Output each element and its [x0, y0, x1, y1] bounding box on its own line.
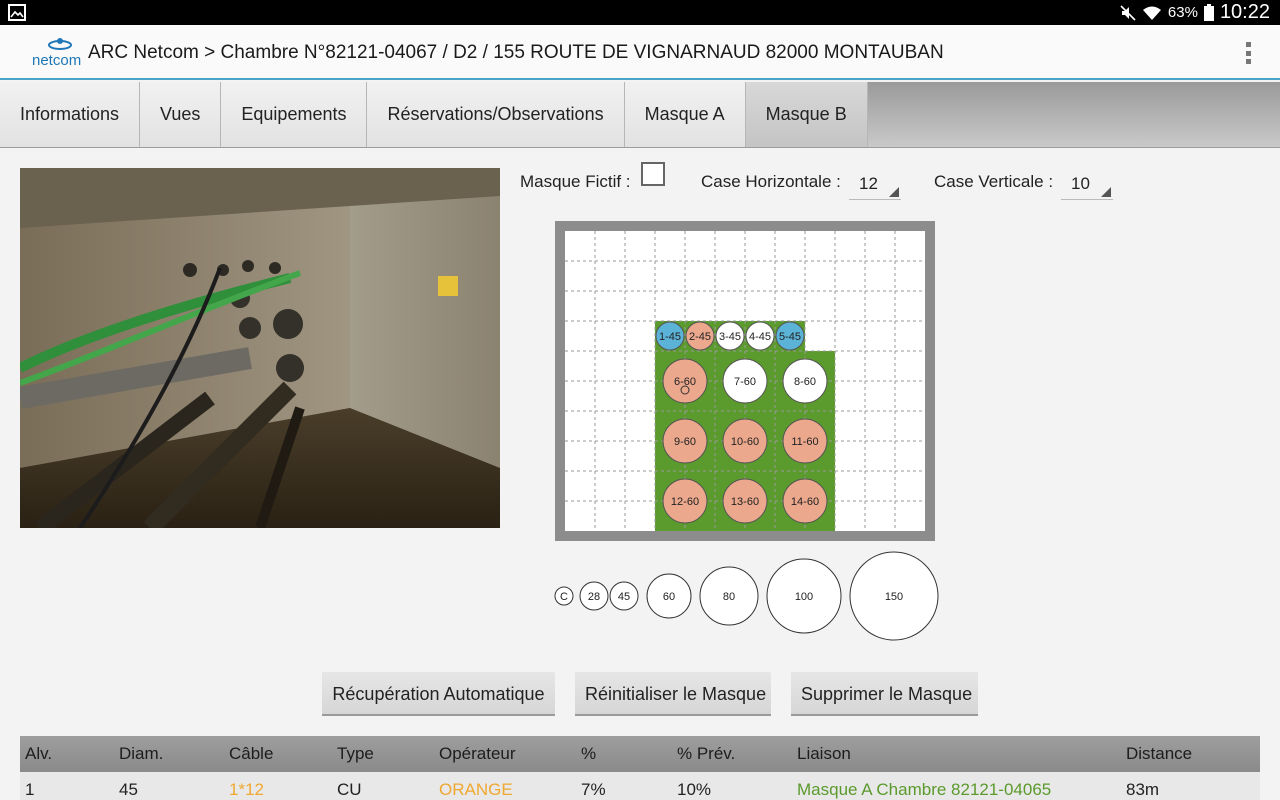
- col-cable: Câble: [229, 744, 274, 763]
- tab-masque-a[interactable]: Masque A: [624, 82, 746, 147]
- tab-vues[interactable]: Vues: [140, 82, 222, 147]
- diameter-palette: C 28 45 60 80 100 150: [554, 551, 939, 641]
- tab-bar: Informations Vues Equipements Réservatio…: [0, 82, 1280, 148]
- alveole-6-60[interactable]: 6-60: [662, 358, 708, 404]
- case-horizontale-value: 12: [859, 174, 878, 193]
- dropdown-arrow-icon: [1101, 187, 1111, 197]
- tab-masque-b[interactable]: Masque B: [745, 82, 868, 147]
- mask-grid-frame: 1-45 2-45 3-45 4-45 5-45 6-60 7-60 8-60 9-60 10-6…: [555, 221, 935, 541]
- wifi-icon: [1142, 6, 1161, 20]
- alveole-14-60[interactable]: 14-60: [782, 478, 828, 524]
- col-distance: Distance: [1126, 744, 1193, 763]
- alveole-label: 11-60: [791, 436, 818, 448]
- cell-alv: 1: [25, 780, 35, 799]
- tab-equipements[interactable]: Equipements: [221, 82, 368, 147]
- palette-circle-45[interactable]: 45: [609, 581, 639, 611]
- alveole-label: 10-60: [731, 436, 759, 448]
- palette-circle-150[interactable]: 150: [849, 551, 939, 641]
- alveole-label: 4-45: [749, 331, 771, 343]
- overflow-menu-icon[interactable]: [1240, 41, 1256, 65]
- alveole-4-45[interactable]: 4-45: [745, 321, 775, 351]
- reinitialiser-masque-button[interactable]: Réinitialiser le Masque: [575, 672, 771, 716]
- alveole-label: 2-45: [689, 331, 711, 343]
- cell-liaison[interactable]: Masque A Chambre 82121-04065: [797, 772, 1051, 800]
- palette-label: 150: [885, 591, 903, 603]
- case-horizontale-select[interactable]: 12: [849, 172, 901, 200]
- alveoles-table: Alv. Diam. Câble Type Opérateur % % Prév…: [20, 736, 1260, 800]
- tab-reservations-observations[interactable]: Réservations/Observations: [367, 82, 625, 147]
- cell-percent: 7%: [581, 780, 606, 799]
- cell-cable: 1*12: [229, 780, 264, 799]
- palette-label: 28: [588, 591, 600, 603]
- col-percent: %: [581, 744, 597, 763]
- palette-circle-28[interactable]: 28: [579, 581, 609, 611]
- action-bar: netcom ARC Netcom > Chambre N°82121-0406…: [0, 25, 1280, 80]
- case-horizontale-label: Case Horizontale :: [701, 172, 841, 191]
- cell-distance: 83m: [1126, 780, 1160, 799]
- col-liaison: Liaison: [797, 744, 851, 763]
- case-verticale-select[interactable]: 10: [1061, 172, 1113, 200]
- alveole-label: 13-60: [731, 496, 759, 508]
- col-diam: Diam.: [119, 744, 164, 763]
- cell-type: CU: [337, 780, 362, 799]
- palette-circle-C[interactable]: C: [554, 586, 574, 606]
- col-alv: Alv.: [25, 744, 53, 763]
- dropdown-arrow-icon: [889, 187, 899, 197]
- alveole-2-45[interactable]: 2-45: [685, 321, 715, 351]
- table-row[interactable]: 1 45 1*12 CU ORANGE 7% 10% Masque A Cham…: [20, 772, 1260, 800]
- supprimer-masque-button[interactable]: Supprimer le Masque: [791, 672, 978, 716]
- palette-circle-60[interactable]: 60: [646, 573, 692, 619]
- alveole-7-60[interactable]: 7-60: [722, 358, 768, 404]
- palette-label: 60: [663, 591, 675, 603]
- palette-label: 100: [795, 591, 813, 603]
- palette-label: C: [560, 591, 568, 603]
- tab-informations[interactable]: Informations: [0, 82, 141, 147]
- battery-percent: 63%: [1167, 4, 1198, 21]
- col-type: Type: [337, 744, 374, 763]
- alveole-label: 14-60: [791, 496, 819, 508]
- page-title: ARC Netcom > Chambre N°82121-04067 / D2 …: [88, 42, 944, 63]
- mute-icon: [1120, 4, 1136, 21]
- palette-circle-100[interactable]: 100: [766, 558, 842, 634]
- alveole-9-60[interactable]: 9-60: [662, 418, 708, 464]
- masque-fictif-checkbox[interactable]: [641, 162, 665, 186]
- battery-icon: [1203, 4, 1214, 21]
- col-percent-prev: % Prév.: [677, 744, 736, 763]
- alveole-label: 1-45: [659, 331, 681, 343]
- mask-grid[interactable]: 1-45 2-45 3-45 4-45 5-45 6-60 7-60 8-60 9-60 10-6…: [565, 231, 925, 531]
- cell-operateur: ORANGE: [439, 780, 513, 799]
- alveole-11-60[interactable]: 11-60: [782, 418, 828, 464]
- alveole-1-45[interactable]: 1-45: [655, 321, 685, 351]
- netcom-logo: netcom: [32, 38, 81, 69]
- cell-diam: 45: [119, 780, 138, 799]
- alveole-label: 5-45: [779, 331, 801, 343]
- case-verticale-value: 10: [1071, 174, 1090, 193]
- alveole-label: 3-45: [719, 331, 741, 343]
- cell-percent-prev: 10%: [677, 780, 712, 799]
- alveole-8-60[interactable]: 8-60: [782, 358, 828, 404]
- clock: 10:22: [1219, 1, 1270, 23]
- case-verticale-label: Case Verticale :: [934, 172, 1054, 191]
- chamber-photo[interactable]: [20, 168, 500, 528]
- alveole-5-45[interactable]: 5-45: [775, 321, 805, 351]
- status-bar: 63% 10:22: [0, 0, 1280, 25]
- masque-fictif-label: Masque Fictif :: [520, 172, 631, 191]
- recuperation-automatique-button[interactable]: Récupération Automatique: [322, 672, 555, 716]
- table-header: Alv. Diam. Câble Type Opérateur % % Prév…: [20, 736, 1260, 772]
- alveole-label: 9-60: [674, 436, 696, 448]
- alveole-13-60[interactable]: 13-60: [722, 478, 768, 524]
- alveole-label: 8-60: [794, 376, 816, 388]
- palette-label: 80: [723, 591, 735, 603]
- col-operateur: Opérateur: [439, 744, 516, 763]
- gallery-notification-icon: [8, 4, 26, 21]
- palette-label: 45: [618, 591, 630, 603]
- alveole-10-60[interactable]: 10-60: [722, 418, 768, 464]
- alveole-label: 7-60: [734, 376, 756, 388]
- svg-text:netcom: netcom: [32, 52, 81, 69]
- alveole-3-45[interactable]: 3-45: [715, 321, 745, 351]
- alveole-12-60[interactable]: 12-60: [662, 478, 708, 524]
- alveole-label: 12-60: [671, 496, 699, 508]
- palette-circle-80[interactable]: 80: [699, 566, 759, 626]
